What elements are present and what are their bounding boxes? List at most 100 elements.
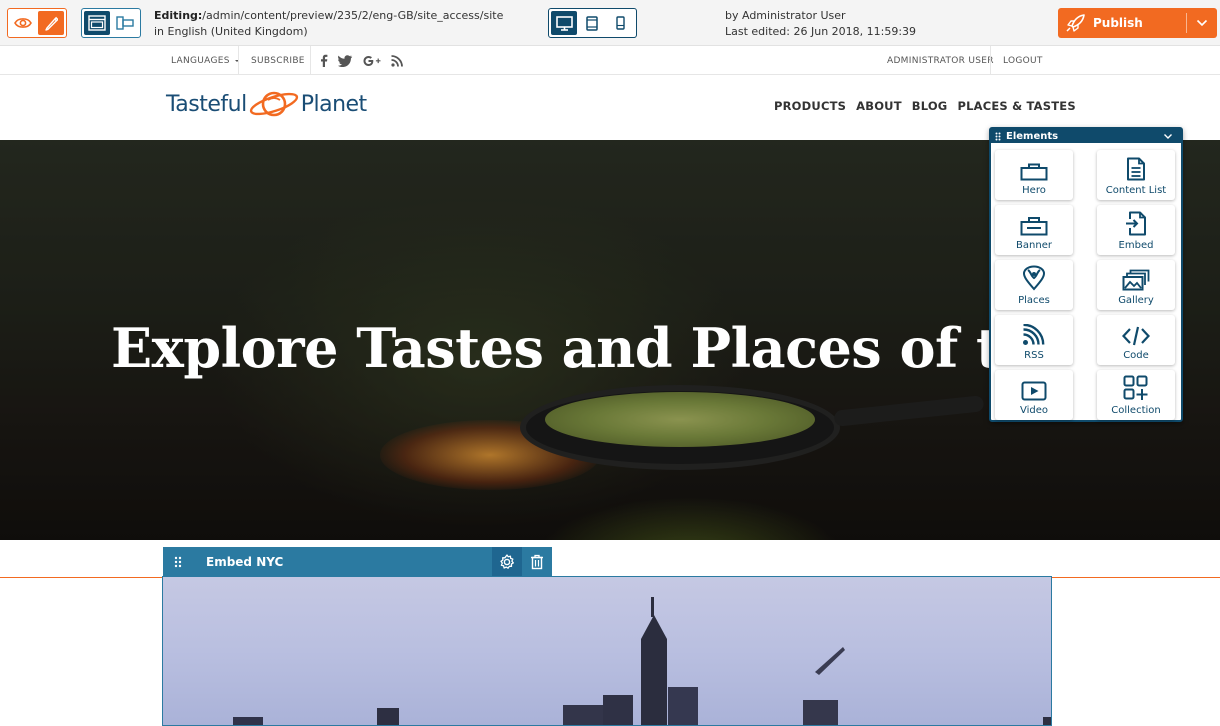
trash-icon: [531, 554, 543, 570]
google-plus-icon[interactable]: [363, 55, 381, 67]
drag-handle[interactable]: [163, 547, 193, 577]
languages-dropdown[interactable]: LANGUAGES: [171, 46, 241, 75]
elements-grid: Hero Content List Banner Embed Places Ga…: [995, 150, 1175, 420]
tablet-icon: [586, 15, 599, 31]
planet-logo-icon: [249, 91, 298, 117]
social-links: [320, 46, 403, 75]
eye-icon: [14, 18, 32, 28]
drag-handle-icon: [174, 556, 182, 568]
nav-item-blog[interactable]: BLOG: [912, 99, 948, 113]
publish-options-button[interactable]: [1187, 8, 1217, 38]
strip-divider: [990, 46, 991, 75]
element-label: Banner: [1016, 240, 1052, 251]
video-icon: [1021, 381, 1047, 401]
element-label: Hero: [1022, 185, 1046, 196]
banner-icon: [1020, 217, 1048, 236]
tablet-view-button[interactable]: [579, 11, 605, 35]
mode-switcher: [7, 8, 67, 38]
embed-block-title: Embed NYC: [206, 555, 284, 569]
device-switcher: [548, 8, 637, 38]
element-label: Embed: [1118, 240, 1154, 251]
block-delete-button[interactable]: [522, 547, 552, 577]
browser-window-icon: [88, 15, 106, 31]
element-label: Collection: [1111, 405, 1161, 416]
logo-text-right: Planet: [300, 91, 367, 117]
block-settings-button[interactable]: [492, 547, 522, 577]
publish-button[interactable]: Publish: [1058, 8, 1186, 38]
element-label: Gallery: [1118, 295, 1154, 306]
site-logo[interactable]: Tasteful Planet: [166, 87, 367, 121]
nav-item-products[interactable]: PRODUCTS: [774, 99, 846, 113]
publish-label: Publish: [1093, 16, 1143, 30]
twitter-icon[interactable]: [338, 54, 353, 67]
mobile-view-button[interactable]: [608, 11, 634, 35]
layout-switcher: [81, 8, 141, 38]
element-label: Content List: [1105, 185, 1167, 196]
drag-handle-icon: [995, 132, 1001, 140]
preview-mode-button[interactable]: [10, 11, 36, 35]
main-navigation: PRODUCTS ABOUT BLOG PLACES & TASTES: [774, 99, 1076, 113]
embed-block-toolbar: Embed NYC: [163, 547, 552, 577]
current-user-link[interactable]: ADMINISTRATOR USER: [887, 46, 994, 75]
embed-icon: [1126, 211, 1146, 236]
element-tile-banner[interactable]: Banner: [995, 205, 1073, 255]
element-tile-embed[interactable]: Embed: [1097, 205, 1175, 255]
element-label: RSS: [1024, 350, 1044, 361]
hero-icon: [1020, 163, 1048, 181]
element-tile-hero[interactable]: Hero: [995, 150, 1073, 200]
subscribe-link[interactable]: SUBSCRIBE: [251, 46, 305, 75]
element-tile-content-list[interactable]: Content List: [1097, 150, 1175, 200]
collection-icon: [1123, 375, 1148, 400]
gallery-icon: [1122, 269, 1150, 291]
desktop-view-button[interactable]: [551, 11, 578, 35]
editor-toolbar: Editing:/admin/content/preview/235/2/eng…: [0, 0, 1220, 46]
element-label: Video: [1019, 405, 1049, 416]
elements-panel-header[interactable]: Elements: [991, 129, 1181, 143]
chevron-down-icon: [1196, 19, 1208, 27]
embed-image-frame[interactable]: [162, 576, 1052, 726]
element-tile-rss[interactable]: RSS: [995, 315, 1073, 365]
logo-text-left: Tasteful: [166, 91, 247, 117]
element-tile-gallery[interactable]: Gallery: [1097, 260, 1175, 310]
site-top-strip: LANGUAGES SUBSCRIBE ADMINISTRATOR USER L…: [0, 46, 1220, 75]
element-tile-collection[interactable]: Collection: [1097, 370, 1175, 420]
structure-view-button[interactable]: [112, 11, 138, 35]
author-info: by Administrator User Last edited: 26 Ju…: [725, 8, 916, 40]
strip-divider: [310, 46, 311, 75]
code-icon: [1122, 326, 1150, 346]
gear-icon: [500, 554, 514, 569]
nav-item-places-tastes[interactable]: PLACES & TASTES: [957, 99, 1075, 113]
facebook-icon[interactable]: [320, 54, 328, 67]
nyc-skyline-image: [233, 597, 1051, 725]
element-tile-places[interactable]: Places: [995, 260, 1073, 310]
edit-mode-button[interactable]: [38, 11, 64, 35]
elements-panel: Elements Hero Content List Banner Embed …: [989, 127, 1183, 422]
editing-info: Editing:/admin/content/preview/235/2/eng…: [154, 8, 503, 40]
desktop-icon: [555, 15, 573, 31]
logout-link[interactable]: LOGOUT: [1003, 46, 1043, 75]
element-tile-video[interactable]: Video: [995, 370, 1073, 420]
nav-item-about[interactable]: ABOUT: [856, 99, 902, 113]
languages-label: LANGUAGES: [171, 55, 230, 66]
element-label: Code: [1123, 350, 1149, 361]
page-view-button[interactable]: [84, 11, 110, 35]
editing-path: /admin/content/preview/235/2/eng-GB/site…: [202, 9, 504, 22]
mobile-icon: [616, 16, 626, 30]
editing-language: in English (United Kingdom): [154, 25, 308, 38]
editing-label: Editing:: [154, 9, 203, 22]
strip-divider: [238, 46, 239, 75]
places-icon: [1022, 265, 1046, 291]
element-tile-code[interactable]: Code: [1097, 315, 1175, 365]
elements-panel-title: Elements: [1006, 130, 1059, 142]
caret-down-icon: [234, 59, 239, 62]
rss-feed-icon[interactable]: [391, 54, 403, 67]
content-list-icon: [1127, 157, 1145, 181]
element-label: Places: [1018, 295, 1050, 306]
rocket-icon: [1066, 14, 1085, 32]
chevron-down-icon[interactable]: [1163, 133, 1173, 140]
structure-icon: [116, 16, 134, 30]
publish-button-group: Publish: [1058, 8, 1217, 38]
last-edited-line: Last edited: 26 Jun 2018, 11:59:39: [725, 25, 917, 38]
pencil-icon: [45, 16, 58, 31]
rss-icon: [1023, 324, 1045, 345]
